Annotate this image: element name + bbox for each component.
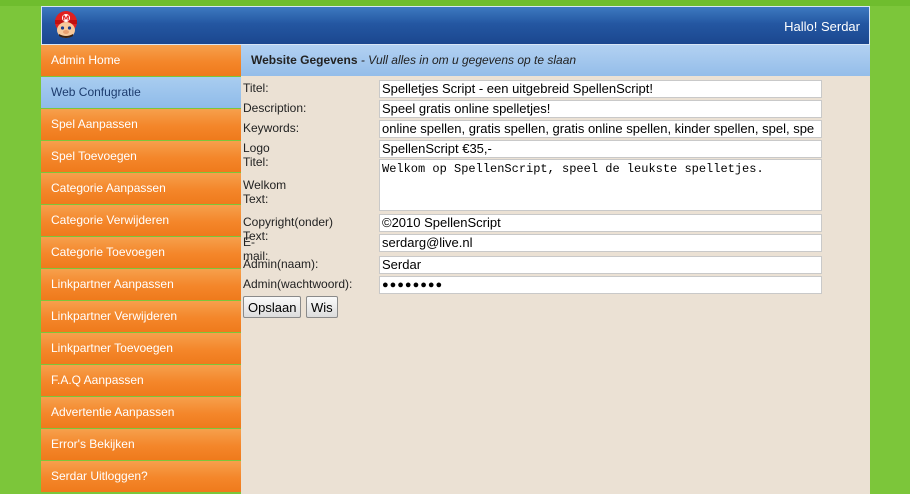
logo-titel-label: Logo Titel: bbox=[243, 141, 270, 169]
top-header: M Hallo! Serdar bbox=[41, 6, 870, 45]
sidebar-nav: Admin Home Web Confugratie Spel Aanpassen S… bbox=[41, 45, 241, 494]
logo-titel-input[interactable]: SpellenScript €35,- bbox=[379, 140, 822, 158]
content-header: Website Gegevens - Vull alles in om u ge… bbox=[241, 45, 870, 76]
admin-wachtwoord-label: Admin(wachtwoord): bbox=[243, 277, 353, 291]
sidebar-item-error-s-bekijken[interactable]: Error's Bekijken bbox=[41, 429, 241, 460]
main-content: Website Gegevens - Vull alles in om u ge… bbox=[241, 45, 870, 494]
copyright-input[interactable]: ©2010 SpellenScript bbox=[379, 214, 822, 232]
admin-naam-label: Admin(naam): bbox=[243, 257, 319, 271]
sidebar-item-linkpartner-toevoegen[interactable]: Linkpartner Toevoegen bbox=[41, 333, 241, 364]
keywords-label: Keywords: bbox=[243, 121, 300, 135]
clear-button[interactable]: Wis bbox=[306, 296, 338, 318]
welkom-label: Welkom Text: bbox=[243, 178, 287, 206]
save-button[interactable]: Opslaan bbox=[243, 296, 302, 318]
sidebar-item-web-confugratie[interactable]: Web Confugratie bbox=[41, 77, 241, 108]
email-input[interactable]: serdarg@live.nl bbox=[379, 234, 822, 252]
sidebar-item-categorie-aanpassen[interactable]: Categorie Aanpassen bbox=[41, 173, 241, 204]
titel-label: Titel: bbox=[243, 81, 269, 95]
sidebar-item-serdar-uitloggen[interactable]: Serdar Uitloggen? bbox=[41, 461, 241, 492]
sidebar-item-admin-home[interactable]: Admin Home bbox=[41, 45, 241, 76]
greeting-text: Hallo! Serdar bbox=[784, 19, 860, 34]
sidebar-item-linkpartner-aanpassen[interactable]: Linkpartner Aanpassen bbox=[41, 269, 241, 300]
sidebar-item-categorie-toevoegen[interactable]: Categorie Toevoegen bbox=[41, 237, 241, 268]
welkom-textarea[interactable]: Welkom op SpellenScript, speel de leukst… bbox=[379, 159, 822, 211]
titel-input[interactable]: Spelletjes Script - een uitgebreid Spell… bbox=[379, 80, 822, 98]
admin-wachtwoord-input[interactable]: ●●●●●●●● bbox=[379, 276, 822, 294]
sidebar-item-linkpartner-verwijderen[interactable]: Linkpartner Verwijderen bbox=[41, 301, 241, 332]
mario-logo-icon: M bbox=[55, 11, 77, 38]
sidebar-item-spel-aanpassen[interactable]: Spel Aanpassen bbox=[41, 109, 241, 140]
sidebar-item-categorie-verwijderen[interactable]: Categorie Verwijderen bbox=[41, 205, 241, 236]
description-label: Description: bbox=[243, 101, 307, 115]
sidebar-item-f-a-q-aanpassen[interactable]: F.A.Q Aanpassen bbox=[41, 365, 241, 396]
content-subtitle: - Vull alles in om u gegevens op te slaa… bbox=[357, 53, 577, 67]
admin-naam-input[interactable]: Serdar bbox=[379, 256, 822, 274]
sidebar-item-advertentie-aanpassen[interactable]: Advertentie Aanpassen bbox=[41, 397, 241, 428]
svg-text:M: M bbox=[63, 15, 70, 23]
sidebar-item-spel-toevoegen[interactable]: Spel Toevoegen bbox=[41, 141, 241, 172]
keywords-input[interactable]: online spellen, gratis spellen, gratis o… bbox=[379, 120, 822, 138]
description-input[interactable]: Speel gratis online spelletjes! bbox=[379, 100, 822, 118]
content-title: Website Gegevens bbox=[251, 53, 358, 67]
